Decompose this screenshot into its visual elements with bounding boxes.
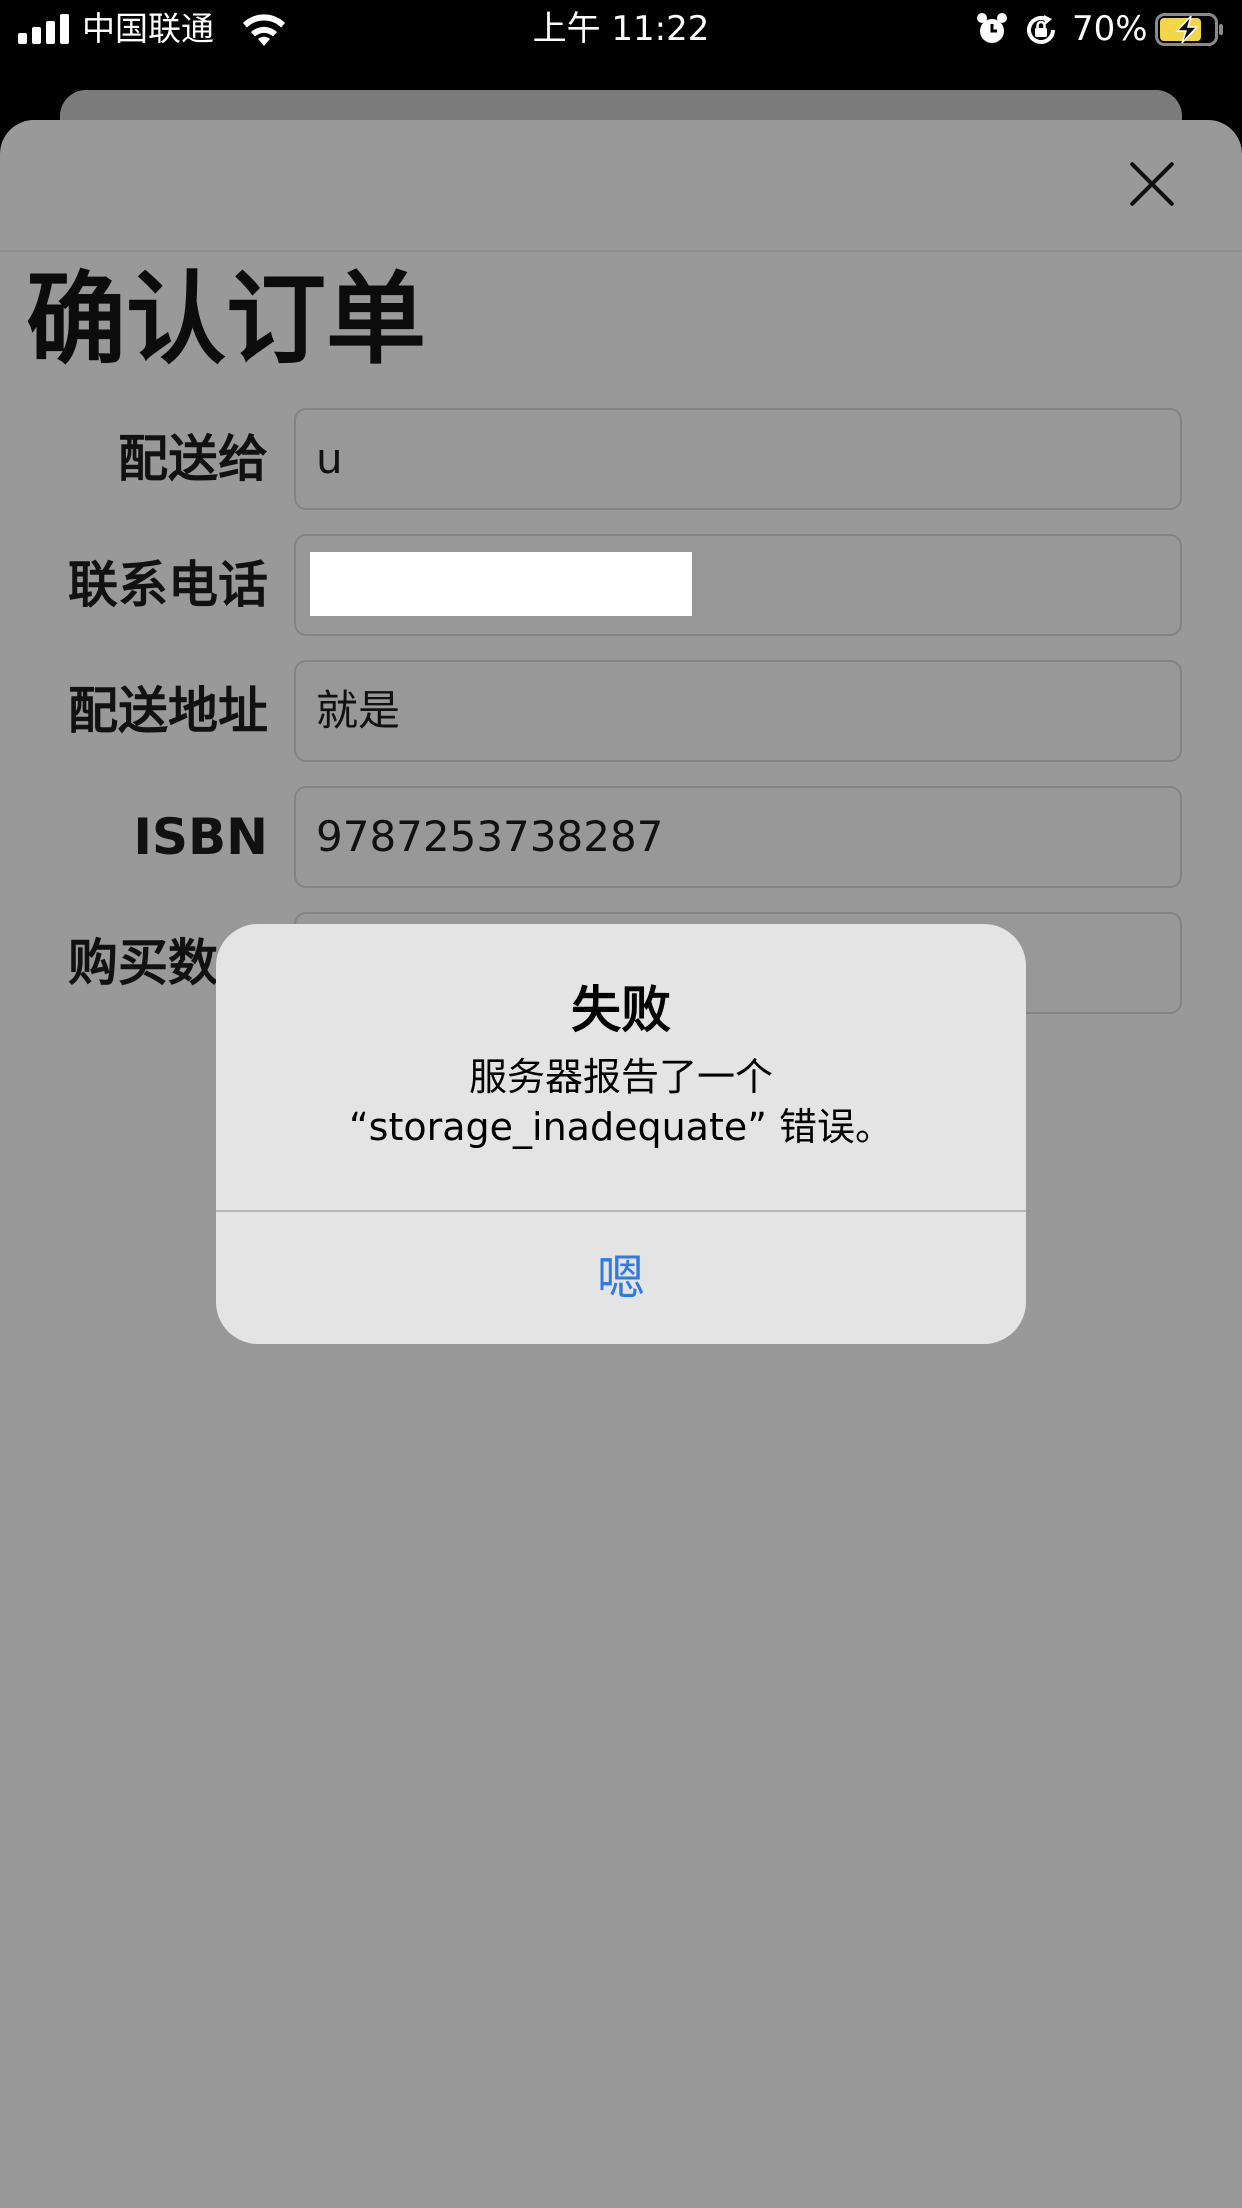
alert-message: 服务器报告了一个 “storage_inadequate” 错误。 bbox=[236, 1052, 1006, 1152]
battery-charging-icon bbox=[1155, 13, 1223, 46]
battery-percentage: 70% bbox=[1072, 9, 1148, 49]
lock-rotation-icon bbox=[1027, 15, 1055, 44]
alert-ok-button[interactable]: 嗯 bbox=[216, 1212, 1026, 1344]
status-bar: 中国联通 上午 11:22 70% bbox=[0, 0, 1242, 58]
alarm-icon bbox=[977, 13, 1007, 43]
isbn-label: ISBN bbox=[133, 808, 268, 866]
address-row: 配送地址 就是 bbox=[0, 660, 1242, 762]
phone-row: 联系电话 bbox=[0, 534, 1242, 636]
error-alert: 失败 服务器报告了一个 “storage_inadequate” 错误。 嗯 bbox=[216, 924, 1026, 1344]
phone-field[interactable] bbox=[294, 534, 1182, 636]
alert-title: 失败 bbox=[571, 981, 671, 1039]
alert-message-line-2: “storage_inadequate” 错误。 bbox=[348, 1105, 893, 1149]
alert-message-line-1: 服务器报告了一个 bbox=[468, 1055, 773, 1099]
recipient-field[interactable]: u bbox=[294, 408, 1182, 510]
sheet-header bbox=[0, 120, 1242, 252]
recipient-label: 配送给 bbox=[118, 430, 268, 488]
isbn-field[interactable]: 9787253738287 bbox=[294, 786, 1182, 888]
address-label: 配送地址 bbox=[68, 682, 268, 740]
close-icon[interactable] bbox=[1128, 160, 1176, 208]
phone-label: 联系电话 bbox=[68, 556, 268, 614]
isbn-row: ISBN 9787253738287 bbox=[0, 786, 1242, 888]
redacted-phone-value bbox=[310, 552, 692, 616]
address-field[interactable]: 就是 bbox=[294, 660, 1182, 762]
page-title: 确认订单 bbox=[26, 261, 426, 378]
recipient-row: 配送给 u bbox=[0, 408, 1242, 510]
